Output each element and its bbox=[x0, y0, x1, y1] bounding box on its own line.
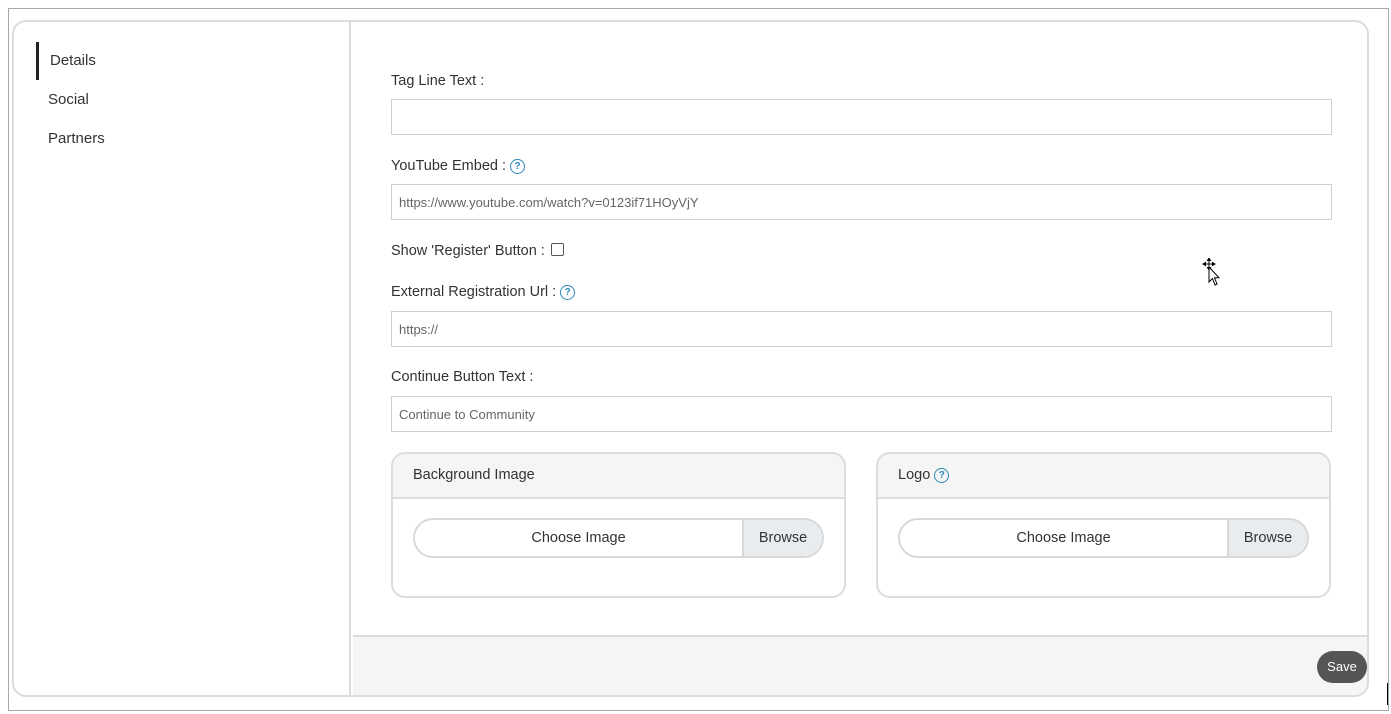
continue-text-input[interactable] bbox=[391, 396, 1332, 432]
register-checkbox[interactable] bbox=[550, 243, 564, 256]
settings-panel: Details Social Partners Tag Line Text : … bbox=[12, 20, 1369, 697]
question-circle-icon[interactable]: ? bbox=[934, 468, 950, 483]
background-browse-button[interactable]: Browse bbox=[742, 520, 822, 556]
tagline-label: Tag Line Text : bbox=[391, 73, 484, 89]
logo-card-header: Logo? bbox=[878, 454, 1329, 499]
external-url-label-text: External Registration Url : bbox=[391, 284, 557, 300]
sidebar: Details Social Partners bbox=[14, 22, 351, 695]
background-choose-image[interactable]: Choose Image bbox=[415, 520, 742, 556]
continue-text-label: Continue Button Text : bbox=[391, 369, 533, 385]
register-label-text: Show 'Register' Button : bbox=[391, 243, 545, 259]
save-button[interactable]: Save bbox=[1317, 651, 1367, 683]
sidebar-item-partners[interactable]: Partners bbox=[36, 120, 316, 158]
question-circle-icon[interactable]: ? bbox=[510, 159, 526, 174]
tagline-input[interactable] bbox=[391, 99, 1332, 135]
question-circle-icon[interactable]: ? bbox=[560, 285, 576, 300]
external-url-label: External Registration Url :? bbox=[391, 284, 576, 300]
youtube-label-text: YouTube Embed : bbox=[391, 158, 507, 174]
details-form: Tag Line Text : YouTube Embed :? Show 'R… bbox=[353, 22, 1367, 635]
logo-choose-image[interactable]: Choose Image bbox=[900, 520, 1227, 556]
youtube-embed-input[interactable] bbox=[391, 184, 1332, 220]
background-image-file-picker[interactable]: Choose Image Browse bbox=[413, 518, 824, 558]
background-image-card: Background Image Choose Image Browse bbox=[391, 452, 846, 598]
tagline-label-text: Tag Line Text : bbox=[391, 73, 485, 89]
background-image-card-header: Background Image bbox=[393, 454, 844, 499]
continue-text-label-text: Continue Button Text : bbox=[391, 369, 534, 385]
logo-card: Logo? Choose Image Browse bbox=[876, 452, 1331, 598]
logo-browse-button[interactable]: Browse bbox=[1227, 520, 1307, 556]
logo-file-picker[interactable]: Choose Image Browse bbox=[898, 518, 1309, 558]
sidebar-item-social[interactable]: Social bbox=[36, 81, 316, 119]
register-label: Show 'Register' Button : bbox=[391, 243, 564, 259]
external-url-input[interactable] bbox=[391, 311, 1332, 347]
form-footer: Save bbox=[353, 635, 1367, 695]
youtube-label: YouTube Embed :? bbox=[391, 158, 526, 174]
move-cursor-icon bbox=[1202, 258, 1221, 286]
logo-title: Logo bbox=[898, 467, 931, 483]
text-caret bbox=[1387, 683, 1388, 705]
background-image-title: Background Image bbox=[413, 467, 535, 483]
sidebar-item-details[interactable]: Details bbox=[36, 42, 316, 80]
